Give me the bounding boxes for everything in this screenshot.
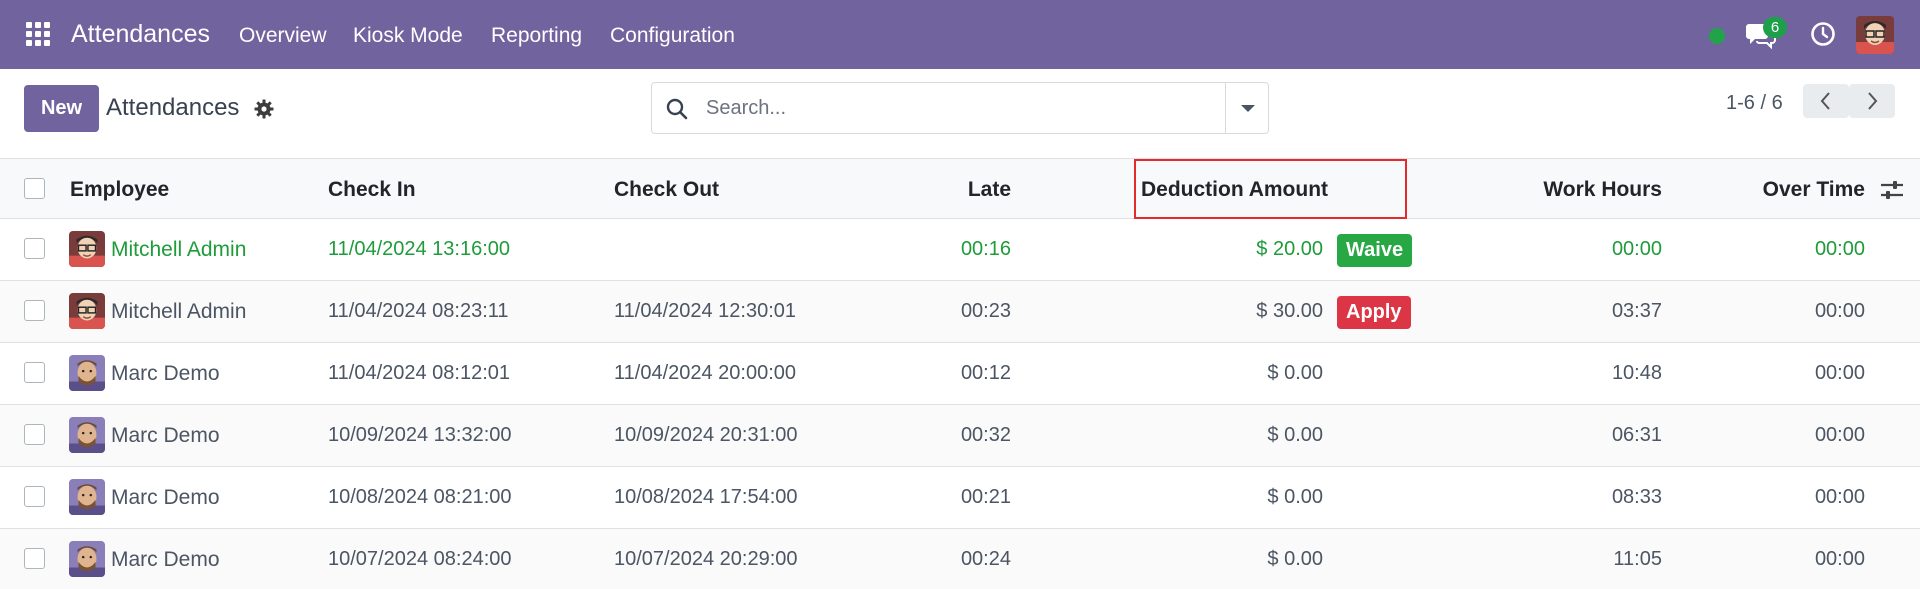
employee-name: Marc Demo [111,362,220,385]
work-hours-cell: 11:05 [1613,548,1662,570]
late-cell: 00:16 [960,238,1011,260]
late-cell: 00:32 [960,424,1011,446]
work-hours-cell: 10:48 [1611,362,1662,384]
table-row[interactable]: Mitchell Admin 11/04/2024 08:23:11 11/04/2… [0,281,1920,343]
row-checkbox[interactable] [24,238,45,259]
app-title[interactable]: Attendances [71,20,210,49]
column-header-over-time[interactable]: Over Time [1763,178,1865,202]
select-all-checkbox[interactable] [24,178,45,199]
column-header-check-out[interactable]: Check Out [614,178,719,202]
column-header-employee[interactable]: Employee [70,178,169,202]
column-header-late[interactable]: Late [968,178,1011,202]
employee-name: Marc Demo [111,486,220,509]
pager-next-button[interactable] [1849,84,1895,118]
row-checkbox[interactable] [24,486,45,507]
deduction-amount-cell: $ 0.00 [1267,548,1323,570]
table-row[interactable]: Marc Demo 10/07/2024 08:24:00 10/07/2024 2… [0,529,1920,589]
search-options-dropdown-toggle[interactable] [1225,83,1269,133]
column-header-work-hours[interactable]: Work Hours [1543,178,1662,202]
deduction-amount-cell: $ 0.00 [1267,486,1323,508]
deduction-amount-cell: $ 20.00 [1256,238,1323,260]
employee-avatar [69,355,105,391]
check-out-cell: 10/07/2024 20:29:00 [614,548,798,570]
deduction-amount-cell: $ 0.00 [1267,424,1323,446]
late-cell: 00:23 [960,300,1011,322]
employee-name: Mitchell Admin [111,238,247,261]
employee-avatar [69,417,105,453]
table-row[interactable]: Marc Demo 11/04/2024 08:12:01 11/04/2024 2… [0,343,1920,405]
employee-avatar [69,293,105,329]
message-count-badge: 6 [1763,17,1787,38]
activity-clock-icon[interactable] [1810,21,1836,47]
search-input[interactable] [706,84,1206,132]
work-hours-cell: 08:33 [1611,486,1662,508]
menu-kiosk-mode[interactable]: Kiosk Mode [353,24,463,48]
late-cell: 00:24 [960,548,1011,570]
column-header-deduction-amount[interactable]: Deduction Amount [1141,178,1328,202]
row-checkbox[interactable] [24,424,45,445]
over-time-cell: 00:00 [1814,424,1865,446]
check-out-cell: 10/09/2024 20:31:00 [614,424,798,446]
work-hours-cell: 00:00 [1611,238,1662,260]
check-in-cell: 11/04/2024 08:23:11 [328,300,509,322]
employee-name: Marc Demo [111,548,220,571]
work-hours-cell: 06:31 [1611,424,1662,446]
user-avatar[interactable] [1856,16,1894,54]
optional-columns-toggle-icon[interactable] [1880,179,1904,201]
row-checkbox[interactable] [24,300,45,321]
employee-name: Marc Demo [111,424,220,447]
table-row[interactable]: Marc Demo 10/08/2024 08:21:00 10/08/2024 1… [0,467,1920,529]
check-in-cell: 10/08/2024 08:21:00 [328,486,512,508]
search-bar [651,82,1269,134]
menu-configuration[interactable]: Configuration [610,24,735,48]
over-time-cell: 00:00 [1814,300,1865,322]
row-checkbox[interactable] [24,548,45,569]
check-out-cell: 11/04/2024 12:30:01 [614,300,797,322]
check-in-cell: 11/04/2024 08:12:01 [328,362,511,384]
employee-avatar [69,479,105,515]
work-hours-cell: 03:37 [1611,300,1662,322]
over-time-cell: 00:00 [1814,548,1865,570]
apply-button[interactable]: Apply [1337,296,1411,329]
search-icon [666,98,688,120]
over-time-cell: 00:00 [1814,486,1865,508]
deduction-amount-cell: $ 30.00 [1256,300,1323,322]
employee-name: Mitchell Admin [111,300,247,323]
late-cell: 00:21 [960,486,1011,508]
pager-previous-button[interactable] [1803,84,1849,118]
check-out-cell: 11/04/2024 20:00:00 [614,362,797,384]
presence-status-icon [1709,28,1725,44]
check-in-cell: 11/04/2024 13:16:00 [328,238,511,260]
chevron-right-icon [1868,92,1878,110]
waive-button[interactable]: Waive [1337,234,1413,267]
employee-avatar [69,541,105,577]
chevron-left-icon [1820,92,1830,110]
top-navbar: Attendances Overview Kiosk Mode Reportin… [0,0,1920,69]
late-cell: 00:12 [960,362,1011,384]
page-title: Attendances [106,94,240,121]
check-out-cell: 10/08/2024 17:54:00 [614,486,798,508]
row-checkbox[interactable] [24,362,45,383]
employee-avatar [69,231,105,267]
menu-overview[interactable]: Overview [239,24,327,48]
check-in-cell: 10/09/2024 13:32:00 [328,424,512,446]
over-time-cell: 00:00 [1814,362,1865,384]
check-in-cell: 10/07/2024 08:24:00 [328,548,512,570]
table-row[interactable]: Mitchell Admin 11/04/2024 13:16:00 00:16 $ … [0,219,1920,281]
deduction-amount-cell: $ 0.00 [1267,362,1323,384]
pager-value[interactable]: 1-6 / 6 [1726,92,1783,115]
over-time-cell: 00:00 [1814,238,1865,260]
table-header: Employee Check In Check Out Late Deducti… [0,158,1920,219]
new-button[interactable]: New [24,85,99,132]
column-header-check-in[interactable]: Check In [328,178,416,202]
menu-reporting[interactable]: Reporting [491,24,582,48]
gear-icon[interactable] [254,99,274,119]
apps-menu-icon[interactable] [26,22,50,46]
table-row[interactable]: Marc Demo 10/09/2024 13:32:00 10/09/2024 2… [0,405,1920,467]
